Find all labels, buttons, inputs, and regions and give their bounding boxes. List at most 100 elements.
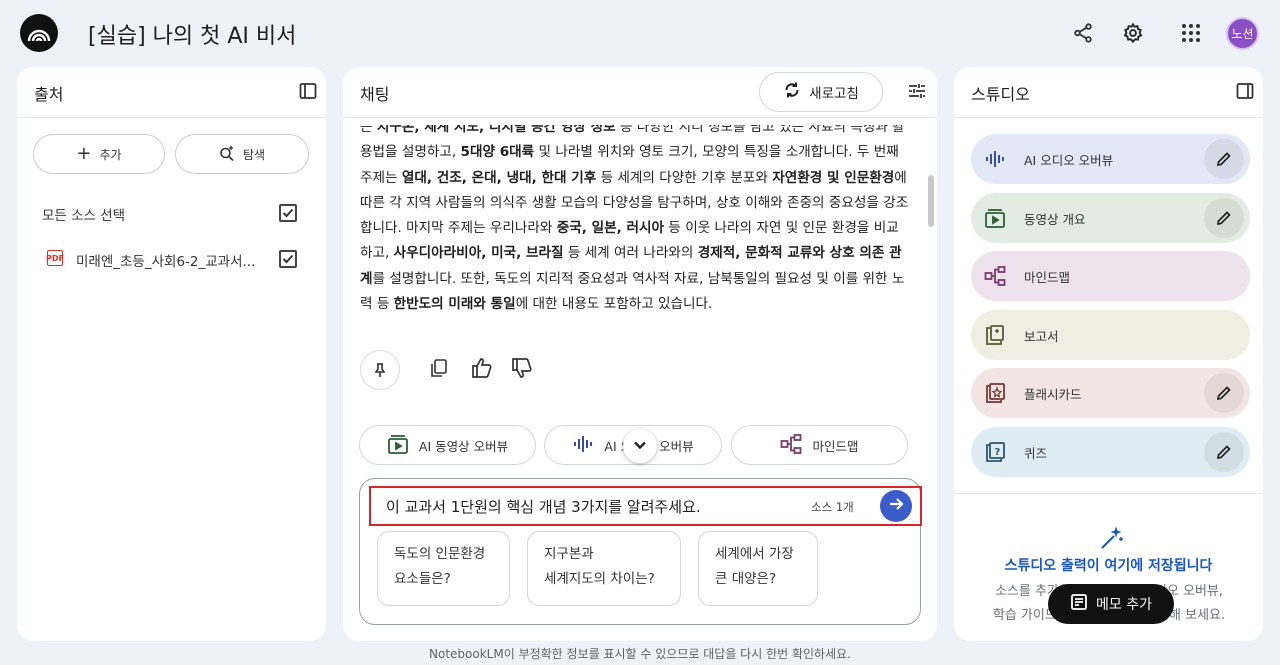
query-input[interactable]: 이 교과서 1단원의 핵심 개념 3가지를 알려주세요. bbox=[386, 496, 701, 517]
edit-pencil-icon[interactable] bbox=[1204, 198, 1244, 238]
select-all-checkbox[interactable] bbox=[279, 204, 297, 222]
suggested-question-line: 요소들은? bbox=[394, 571, 451, 587]
disclaimer-text: NotebookLM이 부정확한 정보를 표시할 수 있으므로 대답을 다시 한… bbox=[429, 647, 851, 661]
chat-title: 채팅 bbox=[360, 85, 390, 104]
sources-title: 출처 bbox=[34, 85, 64, 104]
collapse-panel-icon[interactable] bbox=[1236, 82, 1254, 104]
sources-panel: 출처 + 추가 탐색 모든 소스 선택 PDF 미래엔_초등_사회6-2_교과서… bbox=[17, 67, 326, 641]
suggested-question-line: 큰 대양은? bbox=[715, 571, 777, 587]
select-all-label: 모든 소스 선택 bbox=[42, 208, 126, 224]
audio-wave-icon bbox=[572, 433, 594, 458]
source-item-name[interactable]: 미래엔_초등_사회6-2_교과서... bbox=[76, 250, 255, 270]
flashcard-icon bbox=[983, 381, 1007, 405]
chat-panel: 채팅 새로고침 은 지구본, 세계 지도, 디지털 공간 영상 정보 등 다양한… bbox=[343, 67, 937, 641]
message-bold-segment: 열대, 건조, 온대, 냉대, 한대 기후 bbox=[401, 169, 597, 186]
assistant-message-text: 은 지구본, 세계 지도, 디지털 공간 영상 정보 등 다양한 지리 정보를 … bbox=[360, 125, 910, 317]
edit-pencil-icon[interactable] bbox=[1204, 373, 1244, 413]
suggested-question-line: 지구본과 bbox=[544, 546, 594, 562]
user-avatar[interactable]: 노션 bbox=[1226, 17, 1259, 50]
divider bbox=[17, 117, 326, 118]
source-item-checkbox[interactable] bbox=[279, 250, 297, 268]
notebooklm-logo-icon[interactable] bbox=[20, 14, 58, 52]
studio-video-overview[interactable]: 동영상 개요 bbox=[971, 193, 1250, 243]
source-count: 소스 1개 bbox=[811, 500, 854, 514]
magic-wand-icon bbox=[1099, 525, 1125, 555]
edit-pencil-icon[interactable] bbox=[1204, 139, 1244, 179]
thumbs-down-button[interactable] bbox=[509, 352, 535, 388]
share-icon[interactable] bbox=[1070, 20, 1096, 46]
scroll-to-bottom-button[interactable] bbox=[623, 429, 657, 463]
video-icon bbox=[983, 206, 1007, 230]
notebook-title[interactable]: [실습] 나의 첫 AI 비서 bbox=[88, 18, 296, 50]
audio-wave-icon bbox=[983, 147, 1007, 171]
quick-action-label: AI 동영상 오버뷰 bbox=[418, 438, 509, 454]
send-button[interactable] bbox=[880, 490, 912, 522]
top-bar: [실습] 나의 첫 AI 비서 노션 bbox=[0, 0, 1280, 66]
studio-item-label: AI 오디오 오버뷰 bbox=[1024, 153, 1114, 168]
message-text-segment: 에 대한 내용도 포함하고 있습니다. bbox=[515, 296, 713, 313]
suggested-question-card[interactable]: 독도의 인문환경 요소들은? bbox=[377, 531, 510, 606]
video-icon bbox=[387, 433, 409, 458]
refresh-icon bbox=[783, 81, 801, 103]
edit-pencil-icon[interactable] bbox=[1204, 432, 1244, 472]
explore-sources-button[interactable]: 탐색 bbox=[175, 134, 309, 174]
chat-settings-tune-icon[interactable] bbox=[907, 81, 927, 105]
refresh-button[interactable]: 새로고침 bbox=[759, 72, 883, 112]
pdf-file-icon: PDF bbox=[46, 250, 64, 266]
message-bold-segment: 5대양 6대륙 bbox=[460, 144, 535, 161]
chat-scrollbar[interactable] bbox=[928, 175, 934, 227]
mindmap-quick-button[interactable]: 마인드맵 bbox=[731, 425, 908, 465]
thumbs-up-button[interactable] bbox=[469, 352, 495, 388]
suggested-question-card[interactable]: 세계에서 가장 큰 대양은? bbox=[698, 531, 818, 606]
message-bold-segment: 사우디아라비아, 미국, 브라질 bbox=[393, 245, 564, 262]
query-input-highlight[interactable]: 이 교과서 1단원의 핵심 개념 3가지를 알려주세요. 소스 1개 bbox=[369, 486, 922, 526]
message-bold-segment: 지구본, 세계 지도, 디지털 공간 영상 정보 bbox=[376, 125, 616, 135]
suggested-question-line: 독도의 인문환경 bbox=[394, 546, 486, 562]
collapse-panel-icon[interactable] bbox=[299, 82, 317, 104]
svg-text:?: ? bbox=[995, 447, 1001, 458]
chevron-down-icon bbox=[633, 437, 647, 456]
studio-item-label: 플래시카드 bbox=[1024, 387, 1082, 402]
chat-composer: 이 교과서 1단원의 핵심 개념 3가지를 알려주세요. 소스 1개 독도의 인… bbox=[359, 478, 922, 625]
search-sparkle-icon bbox=[219, 145, 235, 164]
message-bold-segment: 자연환경 및 인문환경 bbox=[772, 169, 895, 186]
studio-item-label: 보고서 bbox=[1024, 329, 1059, 344]
save-to-note-pin-button[interactable] bbox=[360, 350, 400, 390]
studio-quiz[interactable]: ? 퀴즈 bbox=[971, 427, 1250, 477]
message-bold-segment: 한반도의 미래와 통일 bbox=[393, 296, 516, 313]
arrow-right-icon bbox=[887, 495, 905, 517]
copy-icon bbox=[429, 358, 449, 382]
quick-action-label: 마인드맵 bbox=[812, 438, 859, 454]
studio-audio-overview[interactable]: AI 오디오 오버뷰 bbox=[971, 134, 1250, 184]
message-text-segment: 등 세계의 다양한 기후 분포와 bbox=[596, 169, 773, 186]
add-source-label: 추가 bbox=[99, 147, 122, 162]
studio-mindmap[interactable]: 마인드맵 bbox=[971, 251, 1250, 301]
studio-report[interactable]: 보고서 bbox=[971, 310, 1250, 360]
suggested-question-card[interactable]: 지구본과 세계지도의 차이는? bbox=[527, 531, 681, 606]
add-source-button[interactable]: + 추가 bbox=[33, 134, 165, 174]
note-icon bbox=[1070, 593, 1088, 615]
explore-label: 탐색 bbox=[242, 147, 266, 162]
assistant-message: 은 지구본, 세계 지도, 디지털 공간 영상 정보 등 다양한 지리 정보를 … bbox=[360, 125, 910, 327]
copy-button[interactable] bbox=[427, 352, 451, 388]
studio-item-label: 동영상 개요 bbox=[1024, 212, 1086, 227]
add-memo-button[interactable]: 메모 추가 bbox=[1048, 584, 1174, 624]
mindmap-icon bbox=[983, 264, 1007, 288]
plus-icon: + bbox=[76, 143, 92, 164]
studio-item-label: 퀴즈 bbox=[1024, 446, 1048, 461]
add-memo-label: 메모 추가 bbox=[1096, 597, 1152, 613]
studio-title: 스튜디오 bbox=[971, 85, 1030, 104]
suggested-question-line: 세계지도의 차이는? bbox=[544, 571, 655, 587]
thumbs-up-icon bbox=[471, 357, 493, 383]
refresh-label: 새로고침 bbox=[809, 86, 859, 102]
studio-flashcards[interactable]: 플래시카드 bbox=[971, 368, 1250, 418]
studio-panel: 스튜디오 AI 오디오 오버뷰 동영상 개요 마인드맵 보고서 플래시카드 ? … bbox=[954, 67, 1263, 641]
mindmap-icon bbox=[780, 433, 802, 458]
settings-gear-icon[interactable] bbox=[1120, 20, 1146, 46]
divider bbox=[343, 117, 937, 118]
suggested-question-line: 세계에서 가장 bbox=[715, 546, 794, 562]
message-text-segment: 등 세계 여러 나라와의 bbox=[563, 245, 698, 262]
apps-grid-icon[interactable] bbox=[1178, 20, 1204, 46]
studio-item-label: 마인드맵 bbox=[1024, 270, 1071, 285]
video-overview-quick-button[interactable]: AI 동영상 오버뷰 bbox=[359, 425, 536, 465]
